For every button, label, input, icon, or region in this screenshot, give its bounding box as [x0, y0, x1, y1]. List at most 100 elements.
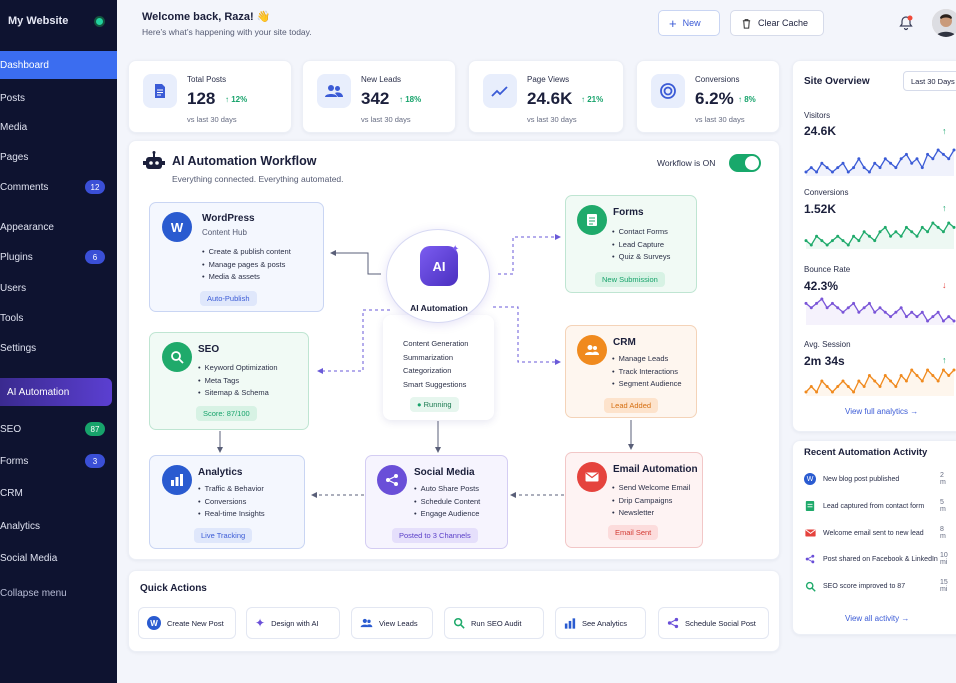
sparkline-point: [825, 243, 829, 247]
view-full-analytics-link[interactable]: View full analytics →: [845, 407, 918, 416]
list-item[interactable]: Welcome email sent to new lead 8 m: [804, 526, 946, 540]
sparkline-point: [920, 166, 924, 170]
run-seo-audit-button[interactable]: Run SEO Audit: [444, 607, 544, 639]
sparkline-point: [947, 374, 951, 377]
sidebar-item-settings[interactable]: Settings: [0, 334, 117, 362]
site-name[interactable]: My Website: [8, 15, 68, 27]
stat-delta: ↑ 8%: [738, 95, 756, 104]
node-feature-list: Send Welcome Email Drip Campaigns Newsle…: [612, 482, 691, 520]
crm-node[interactable]: CRM Manage Leads Track Interactions Segm…: [565, 325, 697, 418]
sidebar-item-crm[interactable]: CRM: [0, 479, 117, 507]
seo-badge: 87: [85, 422, 105, 436]
schedule-social-post-button[interactable]: Schedule Social Post: [658, 607, 769, 639]
seo-node[interactable]: SEO Keyword Optimization Meta Tags Sitem…: [149, 332, 309, 430]
list-item[interactable]: Post shared on Facebook & LinkedIn 10 mi: [804, 552, 948, 566]
sidebar-item-ai-automation[interactable]: AI Automation: [0, 378, 112, 406]
sparkline-point: [809, 306, 813, 310]
collapse-menu-button[interactable]: Collapse menu: [0, 579, 117, 607]
sidebar-item-label: Collapse menu: [0, 587, 67, 599]
top-bar: Welcome back, Raza! 👋 Here’s what’s happ…: [117, 0, 956, 48]
sparkline-point: [846, 170, 850, 174]
stat-card-conversions[interactable]: Conversions 6.2% ↑ 8% vs last 30 days: [636, 60, 780, 133]
status-badge: Posted to 3 Channels: [392, 528, 478, 543]
stat-card-new-leads[interactable]: New Leads 342 ↑ 18% vs last 30 days: [302, 60, 456, 133]
trend-up-icon: ↑: [942, 355, 947, 365]
list-item[interactable]: SEO score improved to 87 15 mi: [804, 579, 948, 593]
sparkline-point: [862, 230, 866, 234]
sparkline-point: [867, 234, 871, 238]
sidebar-item-social-media[interactable]: Social Media: [0, 544, 117, 572]
metric-value: 1.52K: [804, 202, 837, 216]
list-item[interactable]: W New blog post published 2 m: [804, 472, 946, 486]
analytics-node[interactable]: Analytics Traffic & Behavior Conversions…: [149, 455, 305, 549]
sidebar-item-label: AI Automation: [7, 386, 70, 398]
sparkline-point: [841, 310, 845, 314]
sidebar-item-dashboard[interactable]: Dashboard: [0, 51, 117, 79]
status-badge: Score: 87/100: [196, 406, 257, 421]
sparkline-point: [915, 157, 919, 161]
sparkle-icon: ✦: [255, 616, 266, 630]
stat-caption: vs last 30 days: [695, 115, 745, 124]
view-all-activity-link[interactable]: View all activity →: [845, 614, 909, 623]
list-item[interactable]: Lead captured from contact form 5 m: [804, 499, 946, 513]
social-media-node[interactable]: Social Media Auto Share Posts Schedule C…: [365, 455, 508, 549]
stat-delta-value: 18%: [405, 95, 422, 104]
status-badge: Auto-Publish: [200, 291, 257, 306]
sparkline-point: [947, 315, 951, 319]
stat-card-total-posts[interactable]: Total Posts 128 ↑ 12% vs last 30 days: [128, 60, 292, 133]
sparkline-point: [941, 230, 945, 234]
ai-automation-hub[interactable]: AI ✦ AI Automation: [386, 229, 490, 323]
wordpress-node[interactable]: W WordPress Content Hub Create & publish…: [149, 202, 324, 312]
sparkline-point: [825, 306, 829, 310]
workflow-toggle[interactable]: [729, 154, 761, 172]
forms-node[interactable]: Forms Contact Forms Lead Capture Quiz & …: [565, 195, 697, 293]
sparkline-point: [830, 239, 834, 243]
sparkline-point: [836, 385, 840, 388]
stat-delta: ↑ 18%: [399, 95, 421, 104]
stat-title: Conversions: [695, 75, 740, 84]
sidebar-item-users[interactable]: Users: [0, 274, 117, 302]
list-item: Lead Capture: [612, 239, 670, 252]
sparkline-point: [873, 310, 877, 314]
sparkline-point: [915, 374, 919, 377]
sparkline-point: [825, 385, 829, 388]
sidebar-item-comments[interactable]: Comments 12: [0, 173, 117, 201]
target-icon: [651, 74, 685, 108]
sidebar-item-posts[interactable]: Posts: [0, 84, 117, 112]
avatar[interactable]: [932, 9, 956, 37]
stat-caption: vs last 30 days: [527, 115, 577, 124]
sidebar-item-analytics[interactable]: Analytics: [0, 512, 117, 540]
stat-card-page-views[interactable]: Page Views 24.6K ↑ 21% vs last 30 days: [468, 60, 624, 133]
list-item: Content Generation: [403, 339, 469, 348]
design-with-ai-button[interactable]: ✦ Design with AI: [246, 607, 340, 639]
sidebar-item-media[interactable]: Media: [0, 113, 117, 141]
recent-activity-title: Recent Automation Activity: [804, 447, 928, 458]
sparkline-point: [862, 166, 866, 170]
sparkline-point: [878, 385, 882, 388]
create-new-post-button[interactable]: W Create New Post: [138, 607, 236, 639]
date-range-select[interactable]: Last 30 Days: [903, 71, 956, 91]
sidebar-item-plugins[interactable]: Plugins 6: [0, 243, 117, 271]
sidebar-item-label: Forms: [0, 455, 29, 467]
sidebar-item-tools[interactable]: Tools: [0, 304, 117, 332]
sidebar-item-seo[interactable]: SEO 87: [0, 415, 117, 443]
new-button[interactable]: + New: [658, 10, 720, 36]
sidebar-item-appearance[interactable]: Appearance: [0, 213, 117, 241]
metric-value: 24.6K: [804, 124, 837, 138]
ai-automation-features[interactable]: Content Generation Summarization Categor…: [383, 315, 494, 420]
sidebar-item-forms[interactable]: Forms 3: [0, 447, 117, 475]
sparkle-icon: ✦: [451, 244, 460, 255]
node-title: Email Automation: [613, 464, 698, 475]
see-analytics-button[interactable]: See Analytics: [555, 607, 646, 639]
sparkline-point: [889, 315, 893, 319]
view-leads-button[interactable]: View Leads: [351, 607, 433, 639]
clear-cache-button[interactable]: Clear Cache: [730, 10, 824, 36]
stat-delta-value: 8%: [744, 95, 756, 104]
new-button-label: New: [682, 18, 701, 28]
email-automation-node[interactable]: Email Automation Send Welcome Email Drip…: [565, 452, 703, 548]
list-item: Engage Audience: [414, 508, 480, 521]
bell-icon[interactable]: [898, 15, 914, 31]
sidebar-item-pages[interactable]: Pages: [0, 143, 117, 171]
toggle-knob: [745, 156, 759, 170]
node-feature-list: Manage Leads Track Interactions Segment …: [612, 353, 682, 391]
